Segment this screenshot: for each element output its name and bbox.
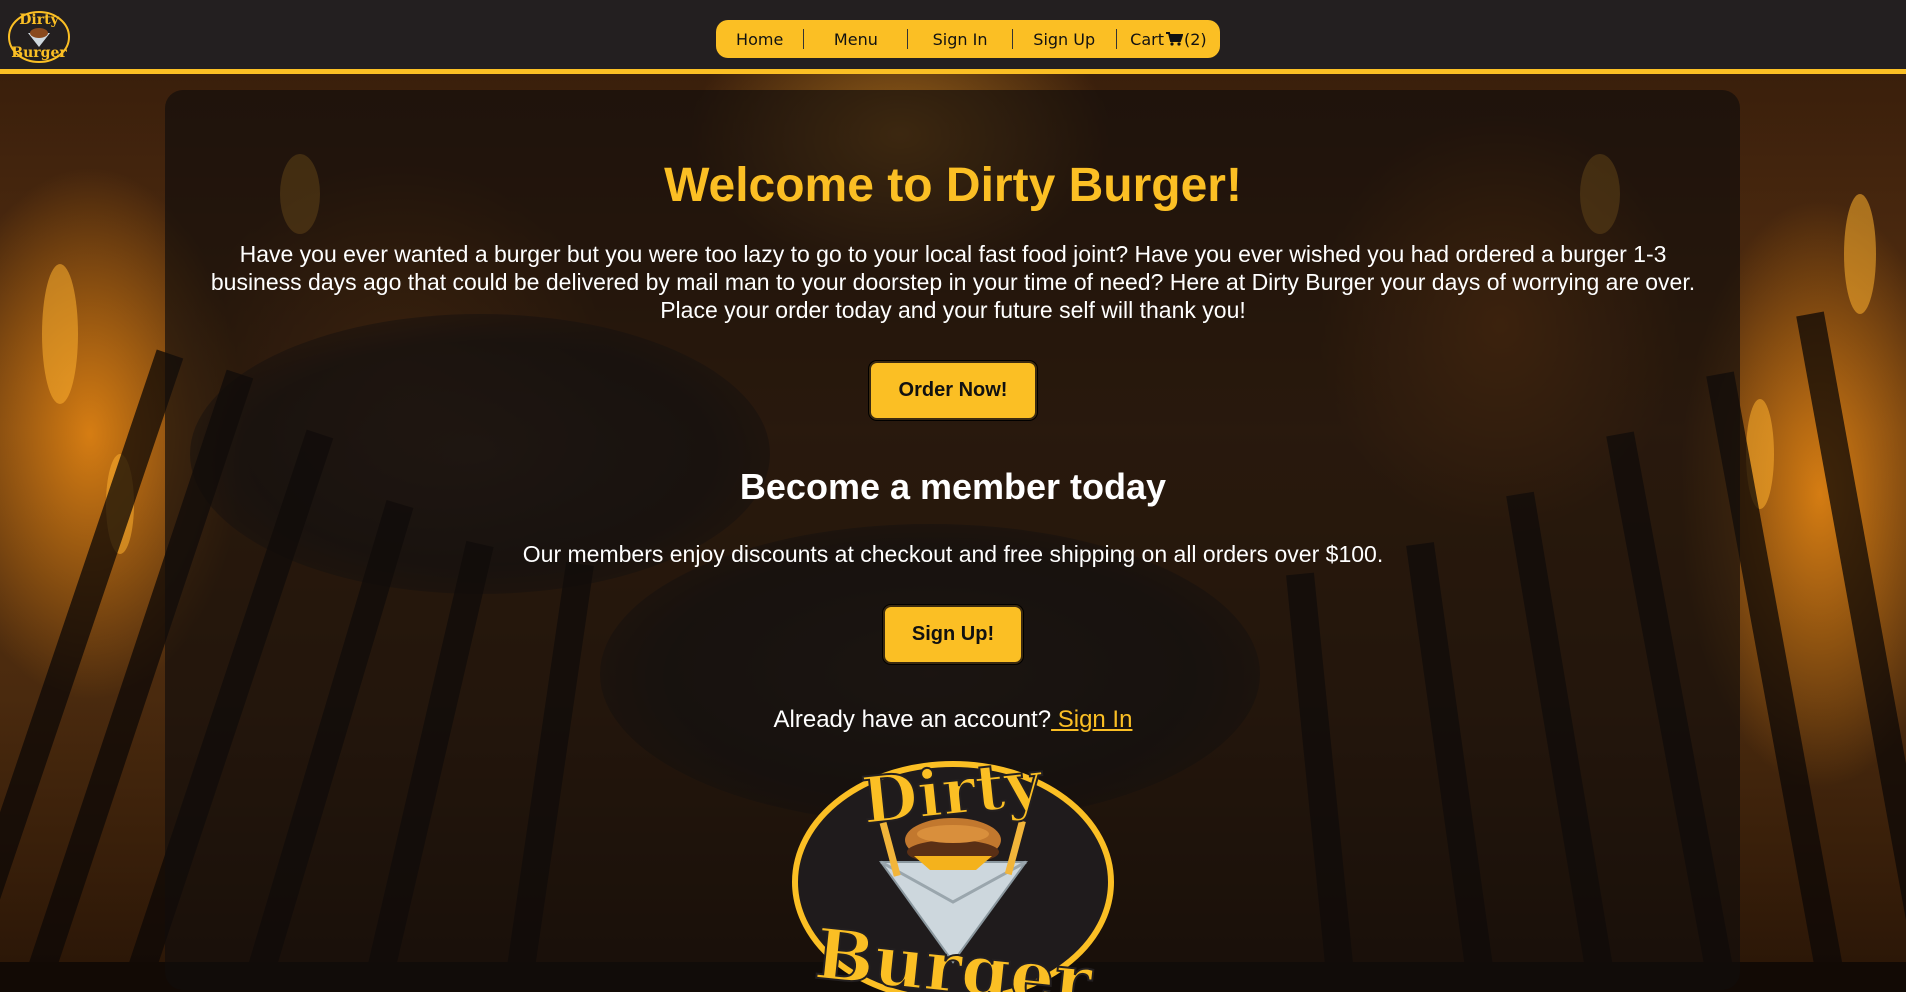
nav-menu-label: Menu <box>833 29 878 49</box>
nav-sign-up-label: Sign Up <box>1033 29 1096 49</box>
sign-in-link[interactable]: Sign In <box>1051 706 1133 733</box>
cart-label: Cart <box>1130 29 1164 49</box>
svg-text:Burger: Burger <box>11 45 67 61</box>
main-nav: Home Menu Sign In Sign Up Cart (2) <box>716 20 1220 58</box>
cart-count: (2) <box>1183 29 1207 49</box>
member-heading: Become a member today <box>739 466 1167 507</box>
sign-up-button[interactable]: Sign Up! <box>883 605 1023 664</box>
dirty-burger-logo[interactable]: Dirty Burger <box>6 7 72 63</box>
dirty-burger-large-logo: Dirty Burger <box>792 752 1114 992</box>
nav-sign-in[interactable]: Sign In <box>908 20 1011 58</box>
cart-icon <box>1165 32 1183 46</box>
account-prompt-line: Already have an account? Sign In <box>0 706 1906 734</box>
account-prompt: Already have an account? <box>773 706 1052 733</box>
nav-sign-up[interactable]: Sign Up <box>1013 20 1116 58</box>
nav-cart[interactable]: Cart (2) <box>1117 20 1220 58</box>
intro-text: Have you ever wanted a burger but you we… <box>210 241 1696 323</box>
page-title: Welcome to Dirty Burger! <box>664 159 1242 212</box>
svg-text:Dirty: Dirty <box>19 12 59 28</box>
order-now-button[interactable]: Order Now! <box>869 361 1037 420</box>
nav-menu[interactable]: Menu <box>804 20 907 58</box>
member-description: Our members enjoy discounts at checkout … <box>522 541 1384 567</box>
nav-sign-in-label: Sign In <box>932 29 988 49</box>
nav-home-label: Home <box>736 29 784 49</box>
nav-home[interactable]: Home <box>716 20 803 58</box>
site-header: Dirty Burger Home Menu Sign In Sign Up C… <box>0 0 1906 74</box>
